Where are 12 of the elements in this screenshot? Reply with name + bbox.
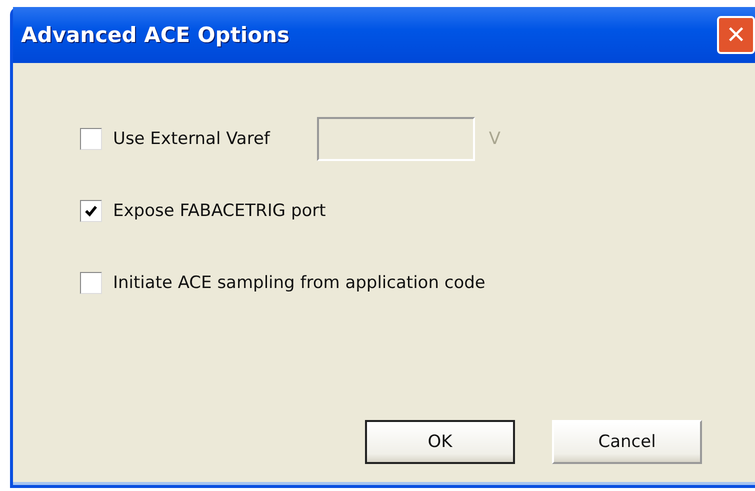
check-icon — [84, 204, 98, 218]
unit-label: V — [488, 129, 501, 149]
checkbox[interactable] — [80, 128, 102, 150]
checkbox-label: Use External Varef — [113, 129, 270, 149]
checkbox[interactable] — [80, 200, 102, 222]
checkbox[interactable] — [80, 272, 102, 294]
ok-button[interactable]: OK — [365, 420, 515, 464]
close-button[interactable]: ✕ — [717, 16, 755, 54]
window-title: Advanced ACE Options — [21, 23, 290, 47]
checkbox-label: Initiate ACE sampling from application code — [113, 273, 486, 293]
checkbox-label: Expose FABACETRIG port — [113, 201, 326, 221]
cancel-button[interactable]: Cancel — [552, 420, 702, 464]
